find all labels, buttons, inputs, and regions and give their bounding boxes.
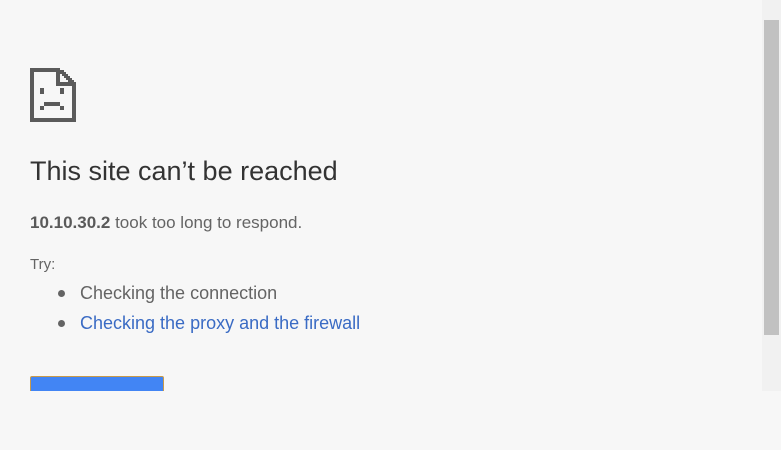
page-title: This site can’t be reached	[30, 156, 338, 186]
vertical-scrollbar[interactable]	[762, 0, 781, 391]
sad-document-icon	[30, 68, 76, 122]
proxy-firewall-link[interactable]: Checking the proxy and the firewall	[80, 313, 360, 333]
details-button[interactable]	[30, 376, 164, 391]
error-message: 10.10.30.2 took too long to respond.	[30, 213, 302, 233]
suggestion-item-connection: Checking the connection	[58, 280, 360, 310]
suggestion-item-proxy-firewall: Checking the proxy and the firewall	[58, 310, 360, 340]
host-address: 10.10.30.2	[30, 213, 111, 232]
error-description: took too long to respond.	[110, 213, 303, 232]
try-label: Try:	[30, 256, 56, 273]
error-page: This site can’t be reached 10.10.30.2 to…	[0, 0, 762, 391]
scrollbar-thumb[interactable]	[764, 20, 779, 335]
suggestion-list: Checking the connection Checking the pro…	[58, 280, 360, 340]
